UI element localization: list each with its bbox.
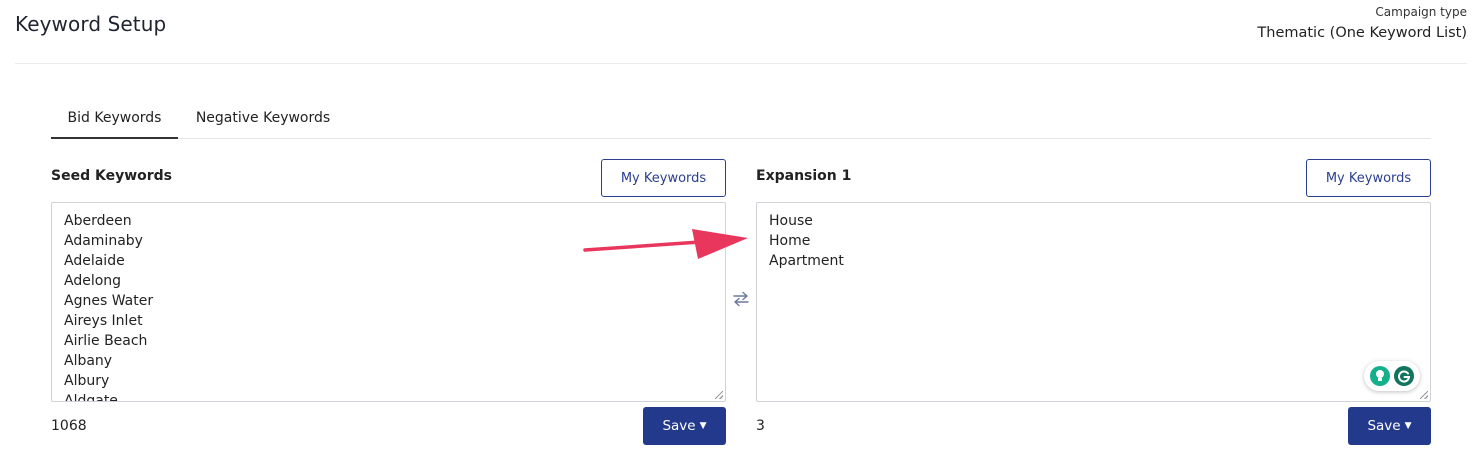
- grammarly-widget[interactable]: [1364, 361, 1420, 391]
- seed-keywords-title: Seed Keywords: [51, 168, 173, 184]
- seed-my-keywords-button[interactable]: My Keywords: [601, 159, 726, 197]
- seed-keyword-count: 1068: [51, 418, 87, 434]
- list-item: Albany: [64, 353, 113, 369]
- header-divider: [15, 63, 1467, 64]
- list-item: Home: [769, 233, 811, 249]
- list-item: House: [769, 213, 813, 229]
- list-item: Apartment: [769, 253, 844, 269]
- keyword-tabs: Bid Keywords Negative Keywords: [51, 100, 1431, 139]
- list-item: Aireys Inlet: [64, 313, 143, 329]
- seed-save-button[interactable]: Save ▼: [643, 407, 726, 445]
- save-label: Save: [662, 418, 696, 434]
- page-title: Keyword Setup: [15, 12, 167, 36]
- seed-keywords-textarea[interactable]: Aberdeen Adaminaby Adelaide Adelong Agne…: [51, 202, 726, 402]
- list-item: Agnes Water: [64, 293, 154, 309]
- list-item: Adelaide: [64, 253, 125, 269]
- campaign-type-label: Campaign type: [1375, 5, 1467, 19]
- resize-handle[interactable]: [1420, 391, 1428, 399]
- list-item: Adaminaby: [64, 233, 143, 249]
- campaign-type: Campaign type Thematic (One Keyword List…: [1257, 4, 1467, 44]
- list-item: Aldgate: [64, 393, 118, 402]
- list-item: Aberdeen: [64, 213, 132, 229]
- caret-down-icon: ▼: [699, 421, 707, 431]
- expansion-my-keywords-button[interactable]: My Keywords: [1306, 159, 1431, 197]
- grammarly-icon[interactable]: [1394, 366, 1414, 386]
- save-label: Save: [1367, 418, 1401, 434]
- campaign-type-value: Thematic (One Keyword List): [1257, 25, 1467, 41]
- list-item: Albury: [64, 373, 110, 389]
- expansion-keyword-count: 3: [756, 418, 765, 434]
- list-item: Adelong: [64, 273, 122, 289]
- expansion-keywords-textarea[interactable]: House Home Apartment: [756, 202, 1431, 402]
- expansion-save-button[interactable]: Save ▼: [1348, 407, 1431, 445]
- resize-handle[interactable]: [715, 391, 723, 399]
- lightbulb-icon[interactable]: [1370, 366, 1390, 386]
- tab-bid-keywords[interactable]: Bid Keywords: [51, 100, 178, 139]
- caret-down-icon: ▼: [1404, 421, 1412, 431]
- list-item: Airlie Beach: [64, 333, 148, 349]
- expansion-title: Expansion 1: [756, 168, 852, 184]
- swap-arrows-icon[interactable]: [731, 289, 751, 309]
- tab-negative-keywords[interactable]: Negative Keywords: [178, 100, 348, 137]
